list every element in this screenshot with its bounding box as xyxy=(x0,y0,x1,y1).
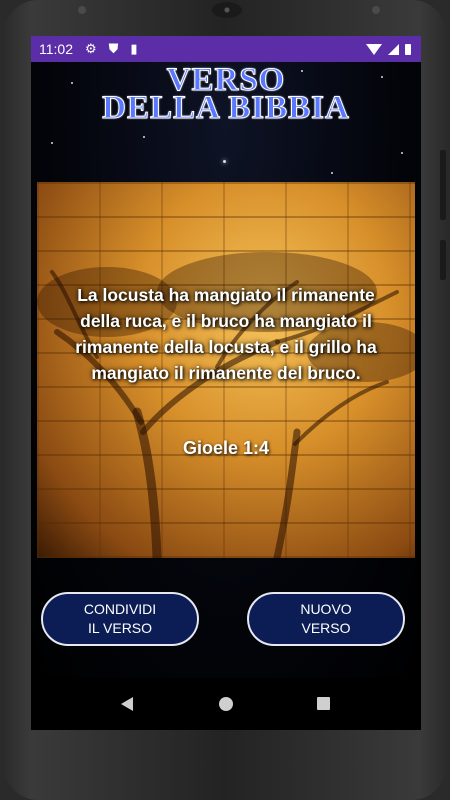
navigation-bar xyxy=(31,678,421,730)
home-icon[interactable] xyxy=(219,697,233,711)
title-line-2: DELLA BIBBIA xyxy=(102,90,350,126)
sd-card-icon: ▮ xyxy=(130,41,138,56)
signal-icon xyxy=(388,43,399,55)
new-verse-button[interactable]: NUOVO VERSO xyxy=(247,592,405,646)
star-decoration xyxy=(51,142,53,144)
star-decoration xyxy=(331,172,333,174)
earpiece-icon xyxy=(212,2,242,18)
share-verse-button[interactable]: CONDIVIDI IL VERSO xyxy=(41,592,199,646)
app-content: VERSO DELLA BIBBIA La locusta ha mangiat… xyxy=(31,62,421,678)
verse-reference: Gioele 1:4 xyxy=(182,438,270,458)
gear-icon: ⚙ xyxy=(85,41,97,56)
screen: 11:02 ⚙ ⛊ ▮ VERSO DELLA BIBBIA La locust… xyxy=(31,36,421,730)
status-bar: 11:02 ⚙ ⛊ ▮ xyxy=(31,36,421,62)
status-time: 11:02 xyxy=(39,41,73,57)
star-decoration xyxy=(143,136,145,138)
back-icon[interactable] xyxy=(121,697,133,711)
wifi-icon xyxy=(366,43,382,55)
star-decoration xyxy=(223,160,226,163)
power-button[interactable] xyxy=(440,240,446,280)
volume-button[interactable] xyxy=(440,150,446,220)
shield-icon: ⛊ xyxy=(108,41,119,56)
star-decoration xyxy=(401,152,403,154)
phone-frame: 11:02 ⚙ ⛊ ▮ VERSO DELLA BIBBIA La locust… xyxy=(4,0,446,800)
verse-image: La locusta ha mangiato il rimanente dell… xyxy=(37,182,415,558)
camera-icon xyxy=(372,6,380,14)
battery-icon xyxy=(405,43,411,55)
verse-text: La locusta ha mangiato il rimanente dell… xyxy=(75,285,377,383)
recents-icon[interactable] xyxy=(317,697,330,710)
sensor-icon xyxy=(78,6,86,14)
